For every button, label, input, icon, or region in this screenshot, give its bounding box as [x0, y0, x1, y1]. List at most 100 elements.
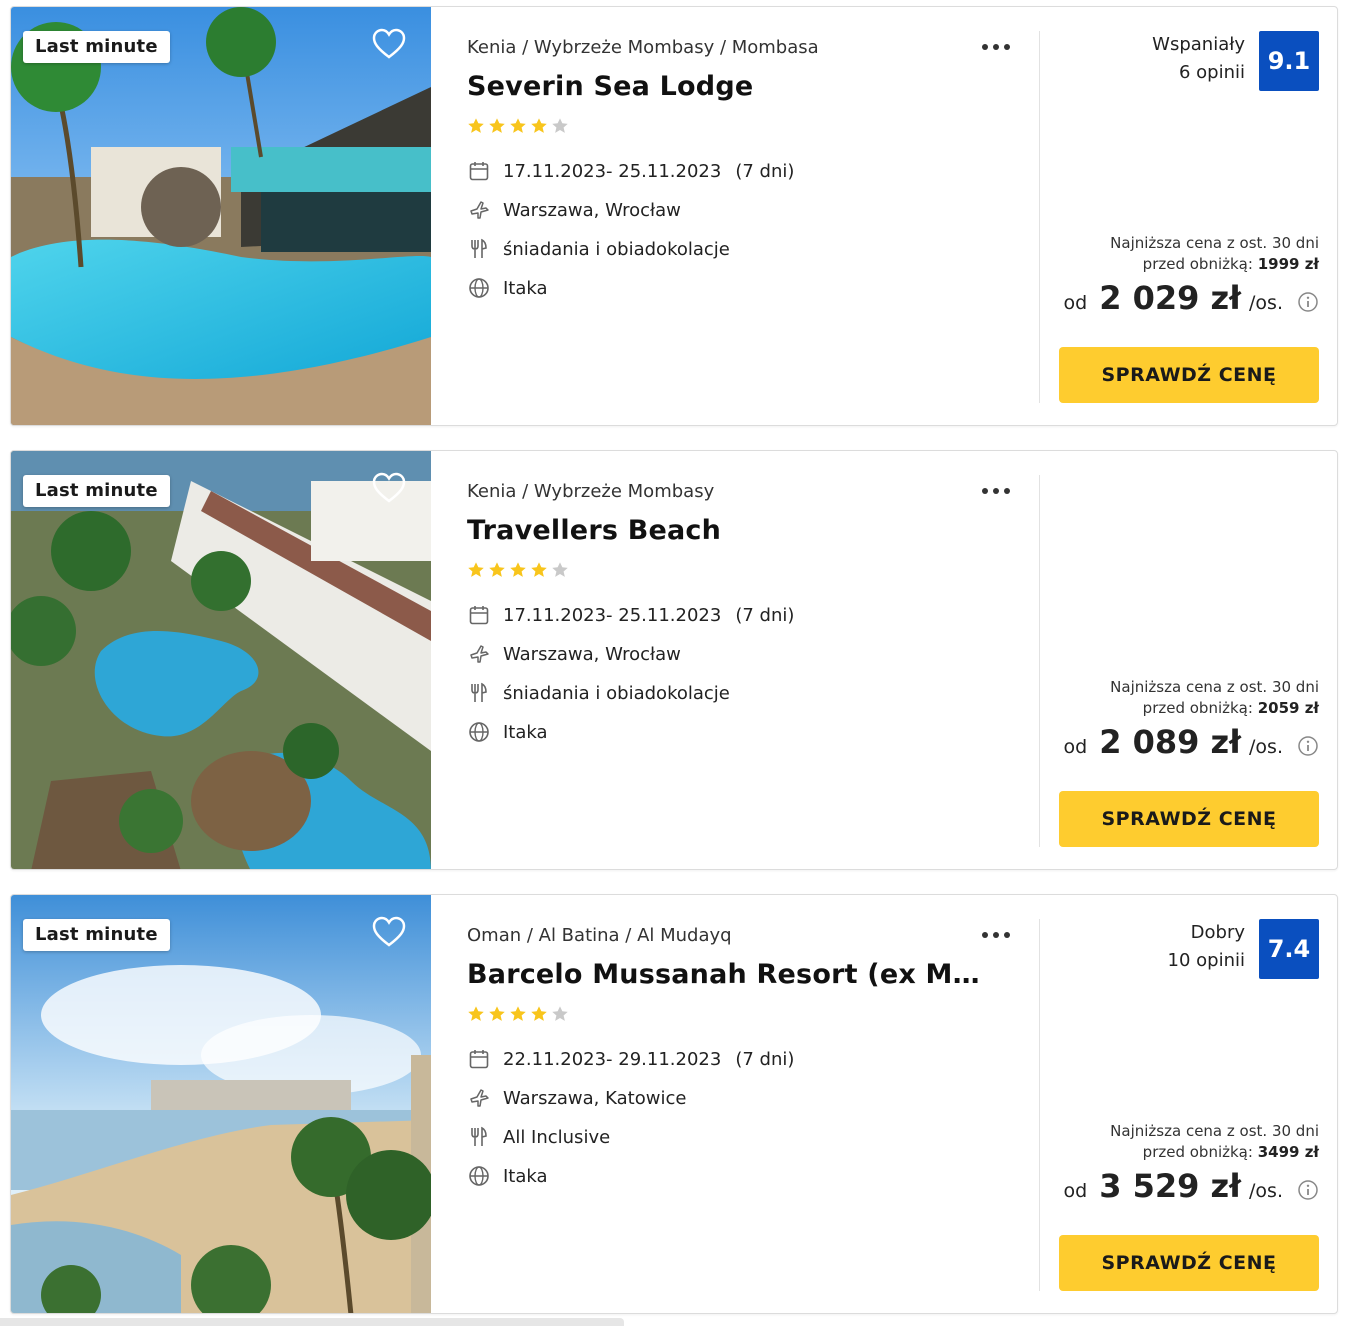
star-icon: [531, 562, 547, 577]
cutlery-icon: [467, 237, 491, 261]
rating[interactable]: Wspaniały 6 opinii 9.1: [1152, 31, 1319, 91]
price-from: od: [1063, 736, 1088, 758]
operator-row: Itaka: [467, 719, 548, 745]
star-icon: [510, 1006, 526, 1021]
hotel-photo[interactable]: Last minute: [11, 451, 431, 869]
price: od 3 529 zł /os.: [1064, 1167, 1320, 1213]
divider: [1039, 919, 1040, 1291]
breadcrumb[interactable]: Oman / Al Batina / Al Mudayq: [467, 925, 732, 946]
more-dots-icon[interactable]: [982, 925, 1016, 945]
before-discount-label: przed obniżką:: [1142, 699, 1253, 717]
heart-icon[interactable]: [371, 915, 407, 949]
nights: (7 dni): [735, 604, 795, 626]
globe-icon: [467, 1164, 491, 1188]
check-price-button[interactable]: SPRAWDŹ CENĘ: [1059, 1235, 1319, 1291]
hotel-name[interactable]: Travellers Beach: [467, 515, 987, 546]
offer-card[interactable]: Last minute Kenia / Wybrzeże Mombasy / M…: [10, 6, 1338, 426]
star-rating: [467, 561, 569, 579]
rating-score: 7.4: [1259, 919, 1319, 979]
star-icon: [531, 1006, 547, 1021]
offer-info: Kenia / Wybrzeże Mombasy / Mombasa Sever…: [467, 7, 1027, 425]
dates: 22.11.2023- 29.11.2023: [503, 1048, 722, 1070]
heart-icon[interactable]: [371, 471, 407, 505]
airport-row: Warszawa, Wrocław: [467, 641, 681, 667]
date-row: 22.11.2023- 29.11.2023 (7 dni): [467, 1046, 794, 1072]
price-from: od: [1063, 1180, 1088, 1202]
price-amount: 3 529 zł: [1099, 1167, 1242, 1205]
divider: [1039, 475, 1040, 847]
departure-airports: Warszawa, Wrocław: [503, 643, 681, 665]
lowest-price-note: Najniższa cena z ost. 30 dni przed obniż…: [1110, 233, 1319, 275]
heart-icon[interactable]: [371, 27, 407, 61]
plane-icon: [467, 1086, 491, 1110]
divider: [1039, 31, 1040, 403]
lowest-price-line: Najniższa cena z ost. 30 dni: [1110, 678, 1319, 696]
more-dots-icon[interactable]: [982, 481, 1016, 501]
board-type: śniadania i obiadokolacje: [503, 682, 730, 704]
hotel-name[interactable]: Severin Sea Lodge: [467, 71, 987, 102]
info-icon[interactable]: [1297, 1179, 1319, 1201]
more-dots-icon[interactable]: [982, 37, 1016, 57]
calendar-icon: [467, 603, 491, 627]
star-icon: [510, 562, 526, 577]
hotel-photo[interactable]: Last minute: [11, 7, 431, 425]
cutlery-icon: [467, 681, 491, 705]
date-row: 17.11.2023- 25.11.2023 (7 dni): [467, 158, 794, 184]
star-rating: [467, 1005, 569, 1023]
star-icon: [489, 1006, 505, 1021]
offer-card[interactable]: Last minute Kenia / Wybrzeże Mombasy Tra…: [10, 450, 1338, 870]
rating-reviews: 6 opinii: [1178, 62, 1245, 83]
tour-operator: Itaka: [503, 277, 548, 299]
offer-card[interactable]: Last minute Oman / Al Batina / Al Mudayq…: [10, 894, 1338, 1314]
price-amount: 2 089 zł: [1099, 723, 1242, 761]
star-icon: [552, 118, 568, 133]
plane-icon: [467, 198, 491, 222]
nights: (7 dni): [735, 1048, 795, 1070]
calendar-icon: [467, 1047, 491, 1071]
breadcrumb[interactable]: Kenia / Wybrzeże Mombasy / Mombasa: [467, 37, 819, 58]
horizontal-scrollbar[interactable]: [0, 1318, 624, 1326]
before-discount-label: przed obniżką:: [1142, 255, 1253, 273]
rating-label: Wspaniały: [1152, 34, 1245, 55]
rating[interactable]: Dobry 10 opinii 7.4: [1168, 919, 1319, 979]
rating-score: 9.1: [1259, 31, 1319, 91]
star-icon: [468, 562, 484, 577]
star-icon: [531, 118, 547, 133]
info-icon[interactable]: [1297, 291, 1319, 313]
board-type: śniadania i obiadokolacje: [503, 238, 730, 260]
plane-icon: [467, 642, 491, 666]
star-icon: [489, 118, 505, 133]
hotel-name[interactable]: Barcelo Mussanah Resort (ex Millennium R…: [467, 959, 987, 990]
date-row: 17.11.2023- 25.11.2023 (7 dni): [467, 602, 794, 628]
airport-row: Warszawa, Katowice: [467, 1085, 686, 1111]
operator-row: Itaka: [467, 275, 548, 301]
board-row: All Inclusive: [467, 1124, 610, 1150]
offer-info: Oman / Al Batina / Al Mudayq Barcelo Mus…: [467, 895, 1027, 1313]
check-price-button[interactable]: SPRAWDŹ CENĘ: [1059, 347, 1319, 403]
last-minute-badge: Last minute: [23, 919, 170, 951]
lowest-price-note: Najniższa cena z ost. 30 dni przed obniż…: [1110, 677, 1319, 719]
star-icon: [552, 1006, 568, 1021]
price-from: od: [1063, 292, 1088, 314]
offer-info: Kenia / Wybrzeże Mombasy Travellers Beac…: [467, 451, 1027, 869]
before-discount-value: 2059 zł: [1257, 699, 1319, 717]
hotel-photo[interactable]: Last minute: [11, 895, 431, 1313]
check-price-button[interactable]: SPRAWDŹ CENĘ: [1059, 791, 1319, 847]
price: od 2 089 zł /os.: [1064, 723, 1320, 769]
breadcrumb[interactable]: Kenia / Wybrzeże Mombasy: [467, 481, 714, 502]
lowest-price-line: Najniższa cena z ost. 30 dni: [1110, 1122, 1319, 1140]
info-icon[interactable]: [1297, 735, 1319, 757]
departure-airports: Warszawa, Wrocław: [503, 199, 681, 221]
rating-reviews: 10 opinii: [1167, 950, 1245, 971]
tour-operator: Itaka: [503, 1165, 548, 1187]
star-rating: [467, 117, 569, 135]
globe-icon: [467, 276, 491, 300]
price-per-person: /os.: [1249, 736, 1283, 758]
star-icon: [468, 1006, 484, 1021]
lowest-price-line: Najniższa cena z ost. 30 dni: [1110, 234, 1319, 252]
tour-operator: Itaka: [503, 721, 548, 743]
star-icon: [468, 118, 484, 133]
globe-icon: [467, 720, 491, 744]
board-row: śniadania i obiadokolacje: [467, 236, 730, 262]
before-discount-label: przed obniżką:: [1142, 1143, 1253, 1161]
